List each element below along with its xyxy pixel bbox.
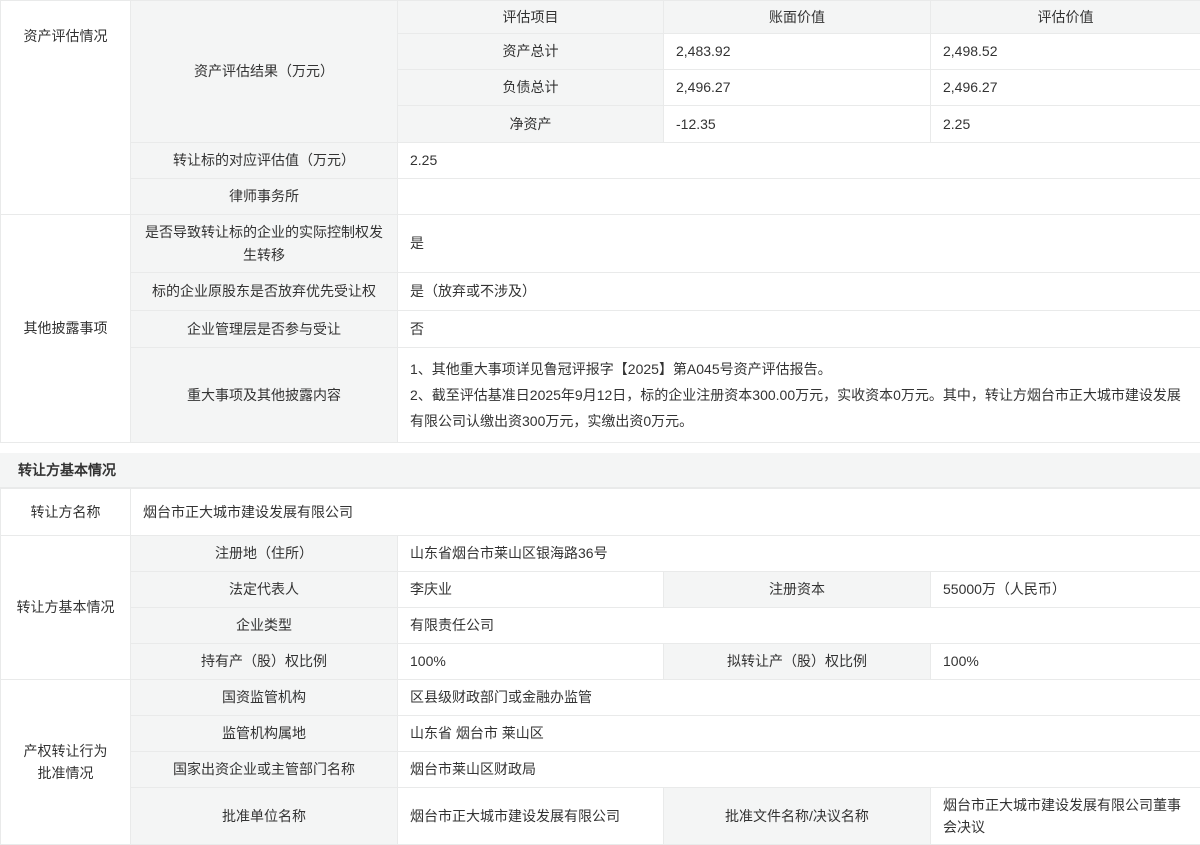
value-law-firm xyxy=(398,179,1200,215)
cell-total-liabilities-label: 负债总计 xyxy=(398,70,664,106)
value-major-items: 1、其他重大事项详见鲁冠评报字【2025】第A045号资产评估报告。 2、截至评… xyxy=(398,348,1200,443)
value-regulator: 区县级财政部门或金融办监管 xyxy=(398,680,1200,716)
group-label-asset-evaluation: 资产评估情况 xyxy=(1,1,131,215)
table-row: 法定代表人 李庆业 注册资本 55000万（人民币） xyxy=(1,572,1200,608)
table-row: 标的企业原股东是否放弃优先受让权 是（放弃或不涉及） xyxy=(1,273,1200,311)
value-registered-address: 山东省烟台市莱山区银海路36号 xyxy=(398,536,1200,572)
table-row: 产权转让行为 批准情况 国资监管机构 区县级财政部门或金融办监管 xyxy=(1,680,1200,716)
cell-total-assets-book: 2,483.92 xyxy=(664,34,931,70)
table-row: 律师事务所 xyxy=(1,179,1200,215)
label-state-funded-enterprise: 国家出资企业或主管部门名称 xyxy=(131,752,398,788)
approval-group-line-1: 产权转让行为 xyxy=(11,740,120,762)
label-target-eval-value: 转让标的对应评估值（万元） xyxy=(131,143,398,179)
table-row: 转让方基本情况 注册地（住所） 山东省烟台市莱山区银海路36号 xyxy=(1,536,1200,572)
label-major-items: 重大事项及其他披露内容 xyxy=(131,348,398,443)
table-row: 其他披露事项 是否导致转让标的企业的实际控制权发生转移 是 xyxy=(1,215,1200,273)
value-transferor-name: 烟台市正大城市建设发展有限公司 xyxy=(131,489,1200,536)
label-law-firm: 律师事务所 xyxy=(131,179,398,215)
value-holding-ratio: 100% xyxy=(398,644,664,680)
label-waive-preemptive-right: 标的企业原股东是否放弃优先受让权 xyxy=(131,273,398,311)
value-waive-preemptive-right: 是（放弃或不涉及） xyxy=(398,273,1200,311)
group-label-other-disclosure: 其他披露事项 xyxy=(1,215,131,443)
asset-evaluation-table: 资产评估情况 资产评估结果（万元） 评估项目 账面价值 评估价值 资产总计 2,… xyxy=(0,0,1200,443)
table-row: 企业类型 有限责任公司 xyxy=(1,608,1200,644)
label-control-transfer: 是否导致转让标的企业的实际控制权发生转移 xyxy=(131,215,398,273)
value-regulator-region: 山东省 烟台市 莱山区 xyxy=(398,716,1200,752)
label-registered-capital: 注册资本 xyxy=(664,572,931,608)
group-label-approval: 产权转让行为 批准情况 xyxy=(1,680,131,845)
cell-net-assets-label: 净资产 xyxy=(398,106,664,143)
cell-total-liabilities-eval: 2,496.27 xyxy=(931,70,1200,106)
table-row: 国家出资企业或主管部门名称 烟台市莱山区财政局 xyxy=(1,752,1200,788)
value-approval-document: 烟台市正大城市建设发展有限公司董事会决议 xyxy=(931,788,1200,845)
table-row: 批准单位名称 烟台市正大城市建设发展有限公司 批准文件名称/决议名称 烟台市正大… xyxy=(1,788,1200,845)
table-row: 资产评估情况 资产评估结果（万元） 评估项目 账面价值 评估价值 xyxy=(1,1,1200,34)
label-approval-unit: 批准单位名称 xyxy=(131,788,398,845)
label-transfer-ratio: 拟转让产（股）权比例 xyxy=(664,644,931,680)
table-row: 转让方名称 烟台市正大城市建设发展有限公司 xyxy=(1,489,1200,536)
group-label-transferor-basic: 转让方基本情况 xyxy=(1,536,131,680)
label-holding-ratio: 持有产（股）权比例 xyxy=(131,644,398,680)
major-items-line-2: 2、截至评估基准日2025年9月12日，标的企业注册资本300.00万元，实收资… xyxy=(410,382,1188,434)
label-transferor-name: 转让方名称 xyxy=(1,489,131,536)
table-row: 重大事项及其他披露内容 1、其他重大事项详见鲁冠评报字【2025】第A045号资… xyxy=(1,348,1200,443)
value-management-participation: 否 xyxy=(398,311,1200,348)
label-legal-representative: 法定代表人 xyxy=(131,572,398,608)
table-row: 转让标的对应评估值（万元） 2.25 xyxy=(1,143,1200,179)
label-regulator-region: 监管机构属地 xyxy=(131,716,398,752)
value-approval-unit: 烟台市正大城市建设发展有限公司 xyxy=(398,788,664,845)
cell-total-assets-label: 资产总计 xyxy=(398,34,664,70)
table-row: 监管机构属地 山东省 烟台市 莱山区 xyxy=(1,716,1200,752)
cell-total-assets-eval: 2,498.52 xyxy=(931,34,1200,70)
value-state-funded-enterprise: 烟台市莱山区财政局 xyxy=(398,752,1200,788)
table-row: 持有产（股）权比例 100% 拟转让产（股）权比例 100% xyxy=(1,644,1200,680)
value-company-type: 有限责任公司 xyxy=(398,608,1200,644)
value-legal-representative: 李庆业 xyxy=(398,572,664,608)
subtable-header-eval-value: 评估价值 xyxy=(931,1,1200,34)
label-regulator: 国资监管机构 xyxy=(131,680,398,716)
value-control-transfer: 是 xyxy=(398,215,1200,273)
value-registered-capital: 55000万（人民币） xyxy=(931,572,1200,608)
cell-total-liabilities-book: 2,496.27 xyxy=(664,70,931,106)
table-row: 企业管理层是否参与受让 否 xyxy=(1,311,1200,348)
cell-net-assets-book: -12.35 xyxy=(664,106,931,143)
label-approval-document: 批准文件名称/决议名称 xyxy=(664,788,931,845)
subtable-header-book-value: 账面价值 xyxy=(664,1,931,34)
section-gap xyxy=(0,443,1200,453)
subtable-header-item: 评估项目 xyxy=(398,1,664,34)
major-items-line-1: 1、其他重大事项详见鲁冠评报字【2025】第A045号资产评估报告。 xyxy=(410,356,1188,382)
label-company-type: 企业类型 xyxy=(131,608,398,644)
cell-net-assets-eval: 2.25 xyxy=(931,106,1200,143)
value-transfer-ratio: 100% xyxy=(931,644,1200,680)
label-asset-evaluation-result: 资产评估结果（万元） xyxy=(131,1,398,143)
value-target-eval-value: 2.25 xyxy=(398,143,1200,179)
approval-group-line-2: 批准情况 xyxy=(11,762,120,784)
label-registered-address: 注册地（住所） xyxy=(131,536,398,572)
section-title-transferor: 转让方基本情况 xyxy=(0,453,1200,488)
transferor-table: 转让方名称 烟台市正大城市建设发展有限公司 转让方基本情况 注册地（住所） 山东… xyxy=(0,488,1200,845)
label-management-participation: 企业管理层是否参与受让 xyxy=(131,311,398,348)
